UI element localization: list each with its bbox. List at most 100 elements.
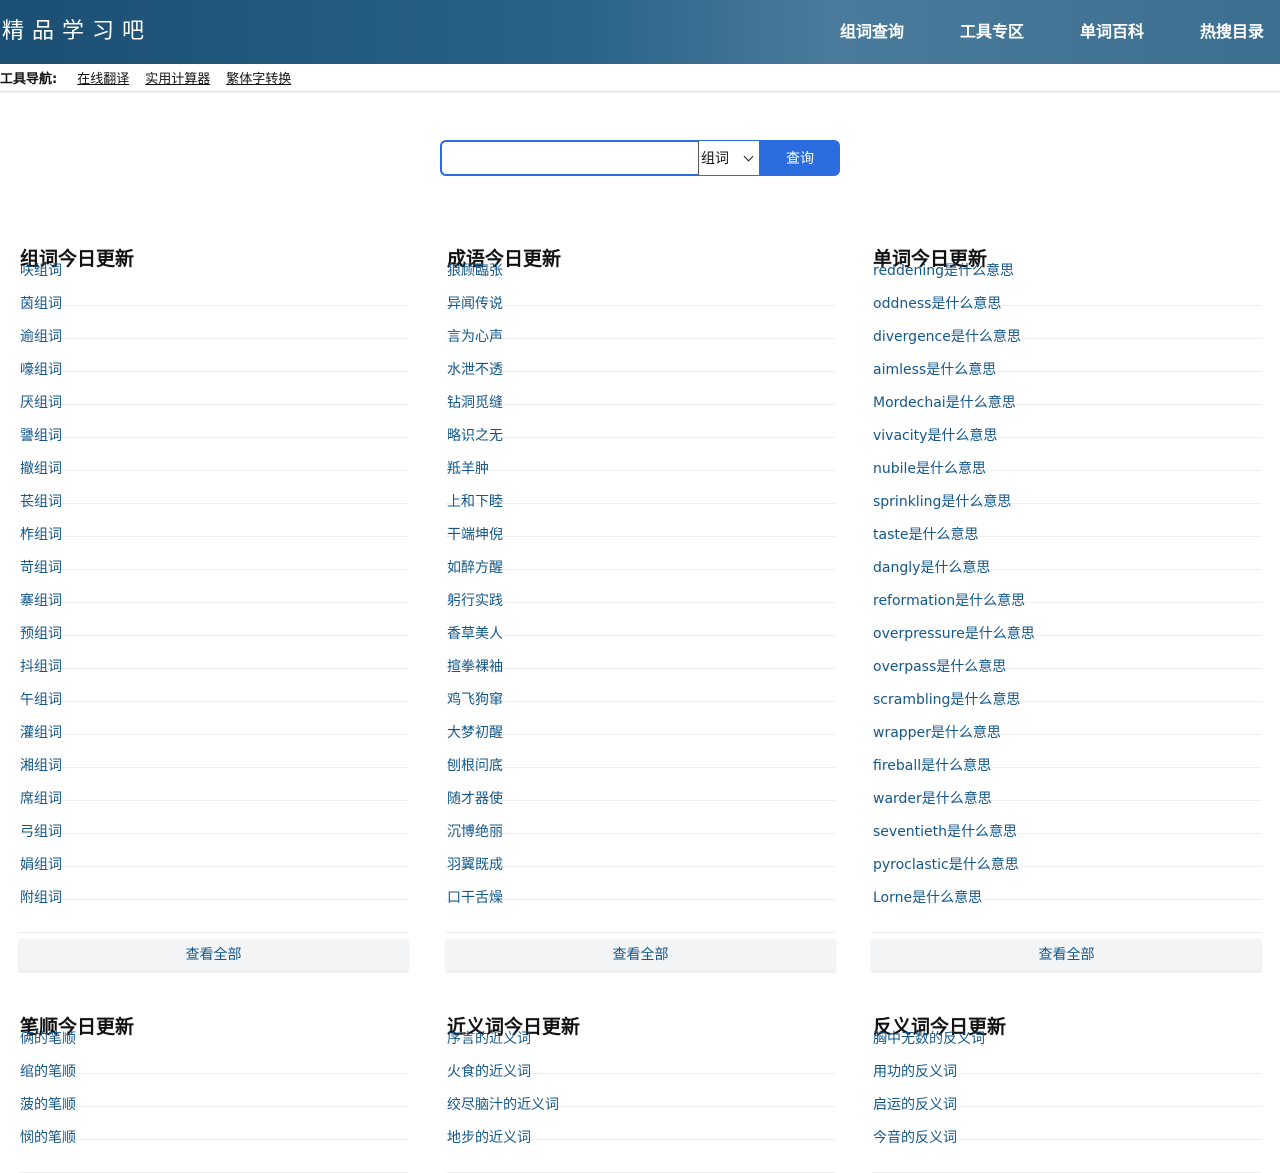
list-item-link[interactable]: scrambling是什么意思 bbox=[873, 692, 1020, 708]
main-nav: 组词查询 工具专区 单词百科 热搜目录 bbox=[784, 0, 1280, 64]
list-item-link[interactable]: 揎拳裸袖 bbox=[447, 659, 503, 675]
list-item-link[interactable]: wrapper是什么意思 bbox=[873, 725, 1001, 741]
list-item-link[interactable]: 躬行实践 bbox=[447, 593, 503, 609]
list-item-link[interactable]: 附组词 bbox=[20, 890, 62, 906]
list-item-link[interactable]: 钻洞觅缝 bbox=[447, 395, 503, 411]
nav-item-word-combo[interactable]: 组词查询 bbox=[840, 0, 904, 64]
list-item-link[interactable]: 鸡飞狗窜 bbox=[447, 692, 503, 708]
list-item-link[interactable]: aimless是什么意思 bbox=[873, 362, 996, 378]
list-item-link[interactable]: divergence是什么意思 bbox=[873, 329, 1021, 345]
tool-navigation-label: 工具导航: bbox=[0, 72, 58, 87]
list-item-link[interactable]: reddening是什么意思 bbox=[873, 263, 1014, 279]
tool-link-calculator[interactable]: 实用计算器 bbox=[145, 68, 210, 87]
view-all-button[interactable]: 查看全部 bbox=[446, 939, 835, 971]
list-item: 柞组词 bbox=[19, 527, 408, 570]
list-item-link[interactable]: dangly是什么意思 bbox=[873, 560, 990, 576]
search-button[interactable]: 查询 bbox=[760, 140, 840, 176]
list-item-link[interactable]: 刨根问底 bbox=[447, 758, 503, 774]
list-item-link[interactable]: warder是什么意思 bbox=[873, 791, 992, 807]
list-item-link[interactable]: 启运的反义词 bbox=[873, 1097, 957, 1113]
section-title: 笔顺今日更新 bbox=[20, 1016, 135, 1038]
list-item-link[interactable]: 逾组词 bbox=[20, 329, 62, 345]
list-item: 口干舌燥 bbox=[446, 890, 835, 933]
list-item-link[interactable]: vivacity是什么意思 bbox=[873, 428, 997, 444]
list-item-link[interactable]: reformation是什么意思 bbox=[873, 593, 1025, 609]
site-header: 精品学习吧 组词查询 工具专区 单词百科 热搜目录 bbox=[0, 0, 1280, 64]
list-item-link[interactable]: 随才器使 bbox=[447, 791, 503, 807]
list-item-link[interactable]: 大梦初醒 bbox=[447, 725, 503, 741]
list-item-link[interactable]: 干端坤倪 bbox=[447, 527, 503, 543]
list-item-link[interactable]: 茵组词 bbox=[20, 296, 62, 312]
tool-link-traditional[interactable]: 繁体字转换 bbox=[226, 68, 291, 87]
list-item-link[interactable]: 呋组词 bbox=[20, 263, 62, 279]
list-item-link[interactable]: 苌组词 bbox=[20, 494, 62, 510]
list-item-link[interactable]: 今音的反义词 bbox=[873, 1130, 957, 1146]
list-item-link[interactable]: 湘组词 bbox=[20, 758, 62, 774]
list-item: 沉博绝丽 bbox=[446, 824, 835, 867]
list-item-link[interactable]: 口干舌燥 bbox=[447, 890, 503, 906]
tool-link-translate[interactable]: 在线翻译 bbox=[77, 68, 129, 87]
list-item-link[interactable]: 绾的笔顺 bbox=[20, 1064, 76, 1080]
list-item-link[interactable]: 地步的近义词 bbox=[447, 1130, 531, 1146]
list-item-link[interactable]: 言为心声 bbox=[447, 329, 503, 345]
list-item-link[interactable]: 略识之无 bbox=[447, 428, 503, 444]
list-item-link[interactable]: 如醉方醒 bbox=[447, 560, 503, 576]
list-item-link[interactable]: 謽组词 bbox=[20, 428, 62, 444]
list-item-link[interactable]: taste是什么意思 bbox=[873, 527, 978, 543]
list-item-link[interactable]: 羽翼既成 bbox=[447, 857, 503, 873]
list-item-link[interactable]: 水泄不透 bbox=[447, 362, 503, 378]
list-item-link[interactable]: 厌组词 bbox=[20, 395, 62, 411]
list-item-link[interactable]: nubile是什么意思 bbox=[873, 461, 986, 477]
list-item-link[interactable]: 撤组词 bbox=[20, 461, 62, 477]
list-item-link[interactable]: 俩的笔顺 bbox=[20, 1031, 76, 1047]
list-item-link[interactable]: pyroclastic是什么意思 bbox=[873, 857, 1019, 873]
list-item-link[interactable]: fireball是什么意思 bbox=[873, 758, 991, 774]
list-item-link[interactable]: 绞尽脑汁的近义词 bbox=[447, 1097, 559, 1113]
list-item-link[interactable]: Mordechai是什么意思 bbox=[873, 395, 1016, 411]
list-item-link[interactable]: 序言的近义词 bbox=[447, 1031, 531, 1047]
list-item-link[interactable]: 柞组词 bbox=[20, 527, 62, 543]
list-item: 嚎组词 bbox=[19, 362, 408, 405]
site-logo[interactable]: 精品学习吧 bbox=[2, 18, 152, 46]
list-item: 上和下睦 bbox=[446, 494, 835, 537]
list-item-link[interactable]: 苛组词 bbox=[20, 560, 62, 576]
list-item-link[interactable]: 胸中无数的反义词 bbox=[873, 1031, 985, 1047]
list-item-link[interactable]: 上和下睦 bbox=[447, 494, 503, 510]
list-item-link[interactable]: 异闻传说 bbox=[447, 296, 503, 312]
list-item-link[interactable]: 预组词 bbox=[20, 626, 62, 642]
list-item-link[interactable]: 席组词 bbox=[20, 791, 62, 807]
search-input[interactable] bbox=[440, 140, 698, 176]
list-item-link[interactable]: 午组词 bbox=[20, 692, 62, 708]
list-item-link[interactable]: 娟组词 bbox=[20, 857, 62, 873]
search-type-select[interactable]: 组词 bbox=[698, 140, 760, 176]
list-item-link[interactable]: 用功的反义词 bbox=[873, 1064, 957, 1080]
list-item-link[interactable]: 菠的笔顺 bbox=[20, 1097, 76, 1113]
list-item-link[interactable]: Lorne是什么意思 bbox=[873, 890, 982, 906]
list-item-link[interactable]: 寨组词 bbox=[20, 593, 62, 609]
section-idioms: 成语今日更新 狼顾臨张 异闻传说 言为心声 水泄不透 钻洞觅缝 略识之无 羝羊肿… bbox=[446, 245, 835, 971]
list-item-link[interactable]: 抖组词 bbox=[20, 659, 62, 675]
view-all-button[interactable]: 查看全部 bbox=[19, 939, 408, 971]
list-item-link[interactable]: sprinkling是什么意思 bbox=[873, 494, 1011, 510]
list-item-link[interactable]: 灌组词 bbox=[20, 725, 62, 741]
list-item-link[interactable]: oddness是什么意思 bbox=[873, 296, 1001, 312]
list-item-link[interactable]: 狼顾臨张 bbox=[447, 263, 503, 279]
list-item-link[interactable]: 悯的笔顺 bbox=[20, 1130, 76, 1146]
nav-item-tools[interactable]: 工具专区 bbox=[960, 0, 1024, 64]
list-item-link[interactable]: 火食的近义词 bbox=[447, 1064, 531, 1080]
list-item-link[interactable]: 沉博绝丽 bbox=[447, 824, 503, 840]
list-item-link[interactable]: overpressure是什么意思 bbox=[873, 626, 1035, 642]
list-item-link[interactable]: 弓组词 bbox=[20, 824, 62, 840]
list-item-link[interactable]: 香草美人 bbox=[447, 626, 503, 642]
list-item-link[interactable]: seventieth是什么意思 bbox=[873, 824, 1017, 840]
list-item: 地步的近义词 bbox=[446, 1130, 835, 1173]
section-list: 序言的近义词 火食的近义词 绞尽脑汁的近义词 地步的近义词 bbox=[446, 1031, 835, 1173]
list-item-link[interactable]: overpass是什么意思 bbox=[873, 659, 1006, 675]
view-all-button[interactable]: 查看全部 bbox=[872, 939, 1261, 971]
nav-item-word-encyclopedia[interactable]: 单词百科 bbox=[1080, 0, 1144, 64]
list-item-link[interactable]: 羝羊肿 bbox=[447, 461, 489, 477]
list-item: 绾的笔顺 bbox=[19, 1064, 408, 1107]
list-item: 呋组词 bbox=[19, 263, 408, 306]
nav-item-hot-search[interactable]: 热搜目录 bbox=[1200, 0, 1264, 64]
list-item-link[interactable]: 嚎组词 bbox=[20, 362, 62, 378]
